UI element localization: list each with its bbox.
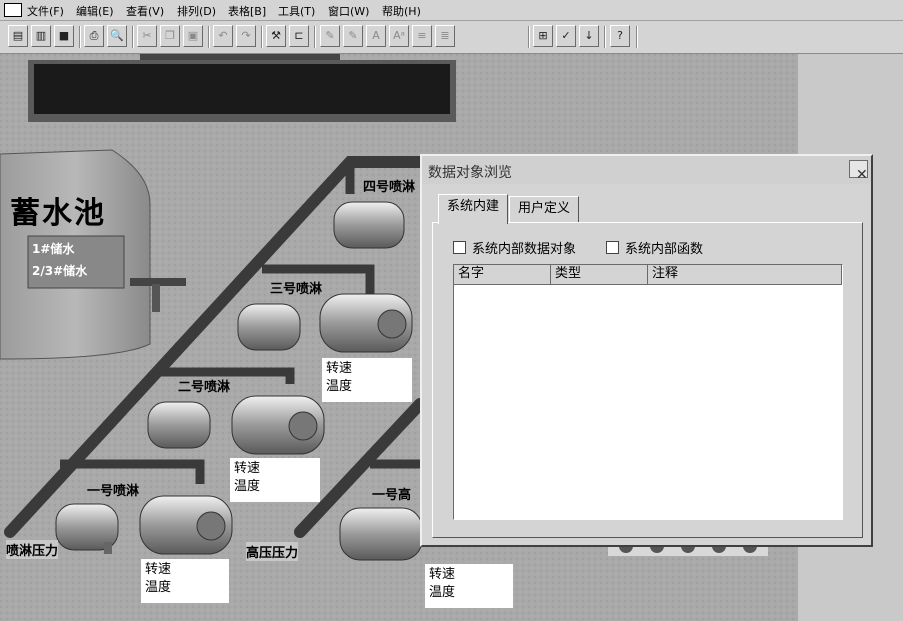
temp-label: 温度	[234, 479, 261, 494]
spray-3-label: 三号喷淋	[270, 282, 323, 297]
dialog-title-bar[interactable]: 数据对象浏览 ✕	[422, 156, 871, 184]
system-objects-label: 系统内部数据对象	[472, 242, 577, 257]
readout-box-3: 转速 温度	[322, 358, 412, 402]
window-icon[interactable]	[4, 3, 22, 17]
help-icon[interactable]: ?	[610, 25, 630, 47]
preview-icon[interactable]: 🔍	[107, 25, 127, 47]
properties-icon[interactable]: ⊞	[533, 25, 553, 47]
align-left-icon[interactable]: ✎	[320, 25, 340, 47]
column-header-type[interactable]: 类型	[551, 265, 648, 285]
toolbar-separator	[79, 26, 81, 48]
speed-label: 转速	[326, 361, 353, 376]
menu-view[interactable]: 查看(V)	[126, 3, 164, 19]
speed-label: 转速	[429, 567, 456, 582]
toolbar-separator	[261, 26, 263, 48]
tank-title: 蓄水池	[10, 196, 106, 231]
toolbar-separator	[636, 26, 638, 48]
layers-icon[interactable]: ▤	[8, 25, 28, 47]
sort-icon[interactable]: ↓	[579, 25, 599, 47]
tab-user-defined[interactable]: 用户定义	[509, 196, 579, 222]
spray-2-label: 二号喷淋	[178, 380, 231, 395]
system-functions-checkbox[interactable]: 系统内部函数	[606, 238, 703, 257]
font-icon[interactable]: Aᵃ	[389, 25, 409, 47]
system-functions-label: 系统内部函数	[625, 242, 704, 257]
object-list[interactable]: 名字 类型 注释	[453, 264, 843, 520]
readout-box-1: 转速 温度	[141, 559, 229, 603]
temp-label: 温度	[326, 379, 353, 394]
list-icon[interactable]: ≡	[412, 25, 432, 47]
menu-tools[interactable]: 工具(T)	[278, 3, 315, 19]
checkbox-icon	[606, 241, 619, 254]
frame-icon[interactable]: ⊏	[289, 25, 309, 47]
spray-pressure-label: 喷淋压力	[6, 540, 59, 559]
toolbar-separator	[132, 26, 134, 48]
copy-icon[interactable]: ❐	[160, 25, 180, 47]
menu-arrange[interactable]: 排列(D)	[177, 3, 216, 19]
temp-label: 温度	[429, 585, 456, 600]
system-objects-checkbox[interactable]: 系统内部数据对象	[453, 238, 576, 257]
tools-icon[interactable]: ⚒	[266, 25, 286, 47]
menu-bar: 文件(F) 编辑(E) 查看(V) 排列(D) 表格[B] 工具(T) 窗口(W…	[0, 0, 903, 21]
column-header-name[interactable]: 名字	[454, 265, 551, 285]
close-button[interactable]: ✕	[849, 160, 868, 183]
toolbar-separator	[208, 26, 210, 48]
tank-label-2: 2/3#储水	[32, 264, 88, 278]
close-icon: ✕	[856, 167, 868, 183]
save-icon[interactable]: ■	[54, 25, 74, 47]
high-1-label: 一号高	[372, 488, 412, 503]
print-icon[interactable]: ⎙	[84, 25, 104, 47]
dialog-title: 数据对象浏览	[428, 165, 512, 181]
menu-help[interactable]: 帮助(H)	[382, 3, 421, 19]
undo-icon[interactable]: ↶	[213, 25, 233, 47]
spray-1-label: 一号喷淋	[87, 484, 140, 499]
speed-label: 转速	[234, 461, 261, 476]
menu-window[interactable]: 窗口(W)	[328, 3, 369, 19]
align-right-icon[interactable]: ✎	[343, 25, 363, 47]
spray-4-label: 四号喷淋	[363, 180, 416, 195]
checkbox-icon	[453, 241, 466, 254]
toolbar-separator	[528, 26, 530, 48]
panels-icon[interactable]: ▥	[31, 25, 51, 47]
high-pressure-label: 高压压力	[246, 542, 299, 561]
toolbar-separator	[314, 26, 316, 48]
menu-edit[interactable]: 编辑(E)	[76, 3, 114, 19]
redo-icon[interactable]: ↷	[236, 25, 256, 47]
cut-icon[interactable]: ✂	[137, 25, 157, 47]
list2-icon[interactable]: ≣	[435, 25, 455, 47]
toolbar: ▤ ▥ ■ ⎙ 🔍 ✂ ❐ ▣ ↶ ↷ ⚒ ⊏ ✎ ✎ A Aᵃ ≡ ≣ ⊞ ✓…	[0, 21, 903, 54]
data-object-browser-dialog: 数据对象浏览 ✕ 系统内建 用户定义 系统内部数据对象 系统内部函数 名字 类型…	[420, 154, 873, 547]
column-header-note[interactable]: 注释	[648, 265, 842, 285]
readout-box-high: 转速 温度	[425, 564, 513, 608]
temp-label: 温度	[145, 580, 172, 595]
speed-label: 转速	[145, 562, 172, 577]
text-size-icon[interactable]: A	[366, 25, 386, 47]
tab-system-builtin[interactable]: 系统内建	[438, 194, 508, 224]
tank-label-1: 1#储水	[32, 242, 75, 256]
check-icon[interactable]: ✓	[556, 25, 576, 47]
readout-box-2: 转速 温度	[230, 458, 320, 502]
menu-table[interactable]: 表格[B]	[228, 3, 266, 19]
paste-icon[interactable]: ▣	[183, 25, 203, 47]
toolbar-separator	[604, 26, 606, 48]
menu-file[interactable]: 文件(F)	[27, 3, 64, 19]
